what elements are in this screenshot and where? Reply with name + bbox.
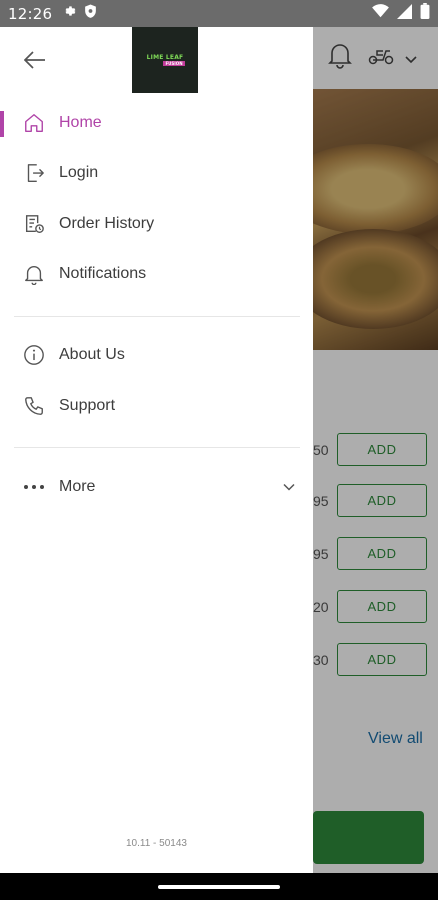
menu-item-label: About Us (59, 346, 125, 363)
info-icon (22, 343, 46, 367)
status-bar: 12:26 (0, 0, 438, 27)
arrow-left-icon (23, 50, 46, 72)
more-dots-icon (22, 475, 46, 499)
menu-item-label: Home (59, 114, 102, 131)
divider (14, 447, 300, 448)
login-icon (22, 161, 46, 185)
menu-item-about-us[interactable]: About Us (0, 333, 313, 377)
menu-item-support[interactable]: Support (0, 384, 313, 428)
bell-icon (22, 262, 46, 286)
divider (14, 316, 300, 317)
menu-item-label: Support (59, 397, 116, 414)
chevron-down-icon (281, 479, 297, 495)
signal-icon (397, 3, 412, 24)
home-icon (22, 111, 46, 135)
menu-item-label: Order History (59, 215, 155, 232)
menu-item-home[interactable]: Home (0, 101, 313, 145)
active-indicator (0, 111, 4, 137)
system-nav-bar (0, 873, 438, 900)
logo-subtext: FUSION (163, 61, 185, 66)
settings-icon (62, 4, 76, 23)
menu-item-more[interactable]: More (0, 465, 313, 509)
menu-item-label: More (59, 478, 96, 495)
wifi-icon (372, 4, 389, 23)
home-gesture-handle[interactable] (158, 885, 280, 889)
app-version: 10.11 - 50143 (126, 838, 187, 849)
menu-item-label: Login (59, 164, 99, 181)
logo-text: LIME LEAF (146, 54, 184, 61)
phone-icon (22, 394, 46, 418)
menu-item-notifications[interactable]: Notifications (0, 252, 313, 296)
menu-item-login[interactable]: Login (0, 151, 313, 195)
battery-icon (420, 3, 430, 24)
shield-icon (84, 4, 97, 24)
menu-item-order-history[interactable]: Order History (0, 202, 313, 246)
status-time: 12:26 (8, 4, 53, 23)
menu-item-label: Notifications (59, 265, 147, 282)
back-button[interactable] (20, 47, 50, 75)
order-history-icon (22, 212, 46, 236)
restaurant-logo: LIME LEAF FUSION (132, 27, 198, 93)
navigation-drawer: LIME LEAF FUSION Home Login Order Histor… (0, 27, 313, 873)
